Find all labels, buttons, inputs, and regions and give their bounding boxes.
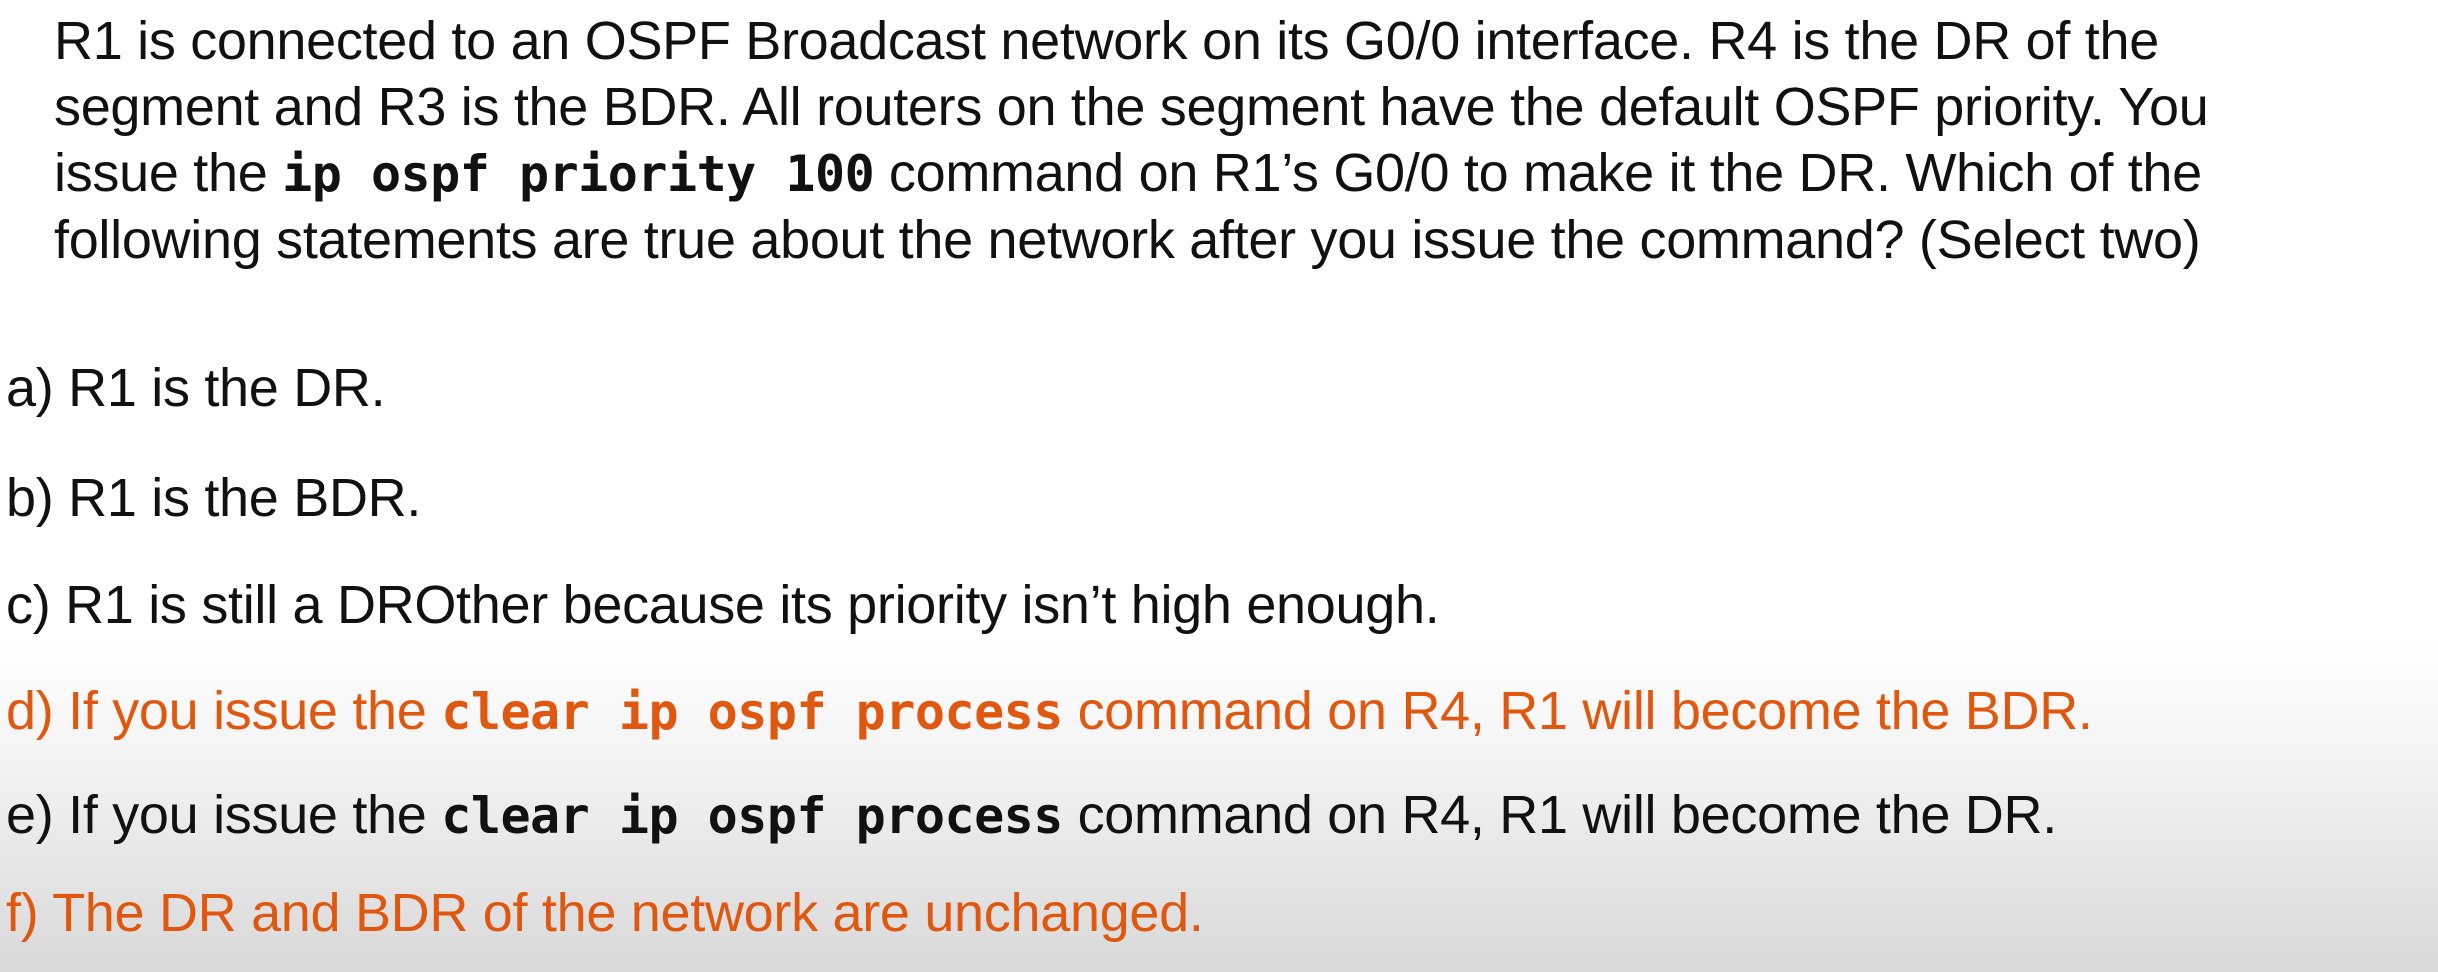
option-a: a) R1 is the DR.: [6, 358, 386, 418]
option-d-command: clear ip ospf process: [441, 683, 1063, 741]
option-e-pre: e) If you issue the: [6, 785, 442, 845]
option-d-correct: d) If you issue the clear ip ospf proces…: [6, 678, 2093, 745]
priority-command: ip ospf priority 100: [282, 145, 875, 203]
option-d-pre: d) If you issue the: [6, 681, 442, 741]
option-b: b) R1 is the BDR.: [6, 468, 422, 528]
option-c: c) R1 is still a DROther because its pri…: [6, 575, 1440, 635]
question-line-3-post: command on R1’s G0/0 to make it the DR. …: [874, 143, 2202, 203]
option-e-command: clear ip ospf process: [441, 787, 1063, 845]
option-e: e) If you issue the clear ip ospf proces…: [6, 782, 2057, 849]
question-line-3-pre: issue the: [54, 143, 283, 203]
option-e-post: command on R4, R1 will become the DR.: [1062, 785, 2058, 845]
question-line-2: segment and R3 is the BDR. All routers o…: [54, 77, 2209, 137]
option-d-post: command on R4, R1 will become the BDR.: [1062, 681, 2093, 741]
question-line-3: issue the ip ospf priority 100 command o…: [54, 140, 2424, 207]
option-f-correct: f) The DR and BDR of the network are unc…: [6, 883, 1204, 943]
question-line-4: following statements are true about the …: [54, 210, 2201, 270]
question-line-1: R1 is connected to an OSPF Broadcast net…: [54, 11, 2159, 71]
question-text: R1 is connected to an OSPF Broadcast net…: [54, 8, 2424, 273]
